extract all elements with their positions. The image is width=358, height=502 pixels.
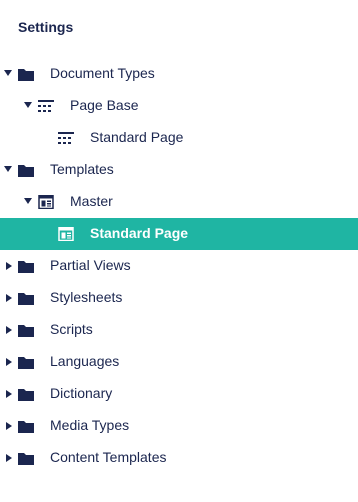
caret-right-icon[interactable]: [6, 326, 12, 334]
tree-item-label: Templates: [50, 161, 114, 177]
tree-item-label: Stylesheets: [50, 289, 123, 305]
tree-item-label: Languages: [50, 353, 120, 369]
tree-item-standard-page-doctype[interactable]: Standard Page: [0, 122, 358, 154]
caret-down-icon[interactable]: [4, 166, 12, 172]
folder-icon: [18, 69, 34, 81]
tree-item-content-templates[interactable]: Content Templates: [0, 442, 358, 474]
folder-icon: [18, 165, 34, 177]
caret-right-icon[interactable]: [6, 294, 12, 302]
tree-item-standard-page-template[interactable]: Standard Page: [0, 218, 358, 250]
tree-item-templates[interactable]: Templates: [0, 154, 358, 186]
tree-item-label: Content Templates: [50, 449, 167, 465]
caret-down-icon[interactable]: [24, 102, 32, 108]
tree-item-document-types[interactable]: Document Types: [0, 58, 358, 90]
tree-item-label: Dictionary: [50, 385, 113, 401]
template-icon: [38, 195, 54, 209]
tree-item-label: Document Types: [50, 65, 155, 81]
doctype-grid-icon: [38, 100, 54, 112]
tree-item-label: Master: [70, 193, 113, 209]
tree-item-label: Standard Page: [90, 129, 184, 145]
tree-item-label: Page Base: [70, 97, 139, 113]
caret-right-icon[interactable]: [6, 422, 12, 430]
tree-item-partial-views[interactable]: Partial Views: [0, 250, 358, 282]
caret-down-icon[interactable]: [4, 70, 12, 76]
tree-item-label: Standard Page: [90, 225, 189, 241]
tree-item-stylesheets[interactable]: Stylesheets: [0, 282, 358, 314]
caret-right-icon[interactable]: [6, 262, 12, 270]
doctype-grid-icon: [58, 132, 74, 144]
folder-icon: [18, 421, 34, 433]
caret-right-icon[interactable]: [6, 454, 12, 462]
caret-right-icon[interactable]: [6, 390, 12, 398]
tree-item-master[interactable]: Master: [0, 186, 358, 218]
tree-item-media-types[interactable]: Media Types: [0, 410, 358, 442]
folder-icon: [18, 293, 34, 305]
folder-icon: [18, 261, 34, 273]
folder-icon: [18, 389, 34, 401]
folder-icon: [18, 357, 34, 369]
tree-item-scripts[interactable]: Scripts: [0, 314, 358, 346]
caret-down-icon[interactable]: [24, 198, 32, 204]
tree-item-languages[interactable]: Languages: [0, 346, 358, 378]
tree-item-dictionary[interactable]: Dictionary: [0, 378, 358, 410]
tree-item-page-base[interactable]: Page Base: [0, 90, 358, 122]
folder-icon: [18, 325, 34, 337]
settings-tree-panel: Settings Document Types Page Base Standa…: [0, 0, 358, 502]
settings-tree: Document Types Page Base Standard Page T…: [0, 58, 358, 474]
caret-right-icon[interactable]: [6, 358, 12, 366]
tree-item-label: Scripts: [50, 321, 93, 337]
section-title: Settings: [18, 19, 74, 35]
folder-icon: [18, 453, 34, 465]
template-icon: [58, 227, 74, 241]
tree-item-label: Partial Views: [50, 257, 131, 273]
tree-item-label: Media Types: [50, 417, 130, 433]
